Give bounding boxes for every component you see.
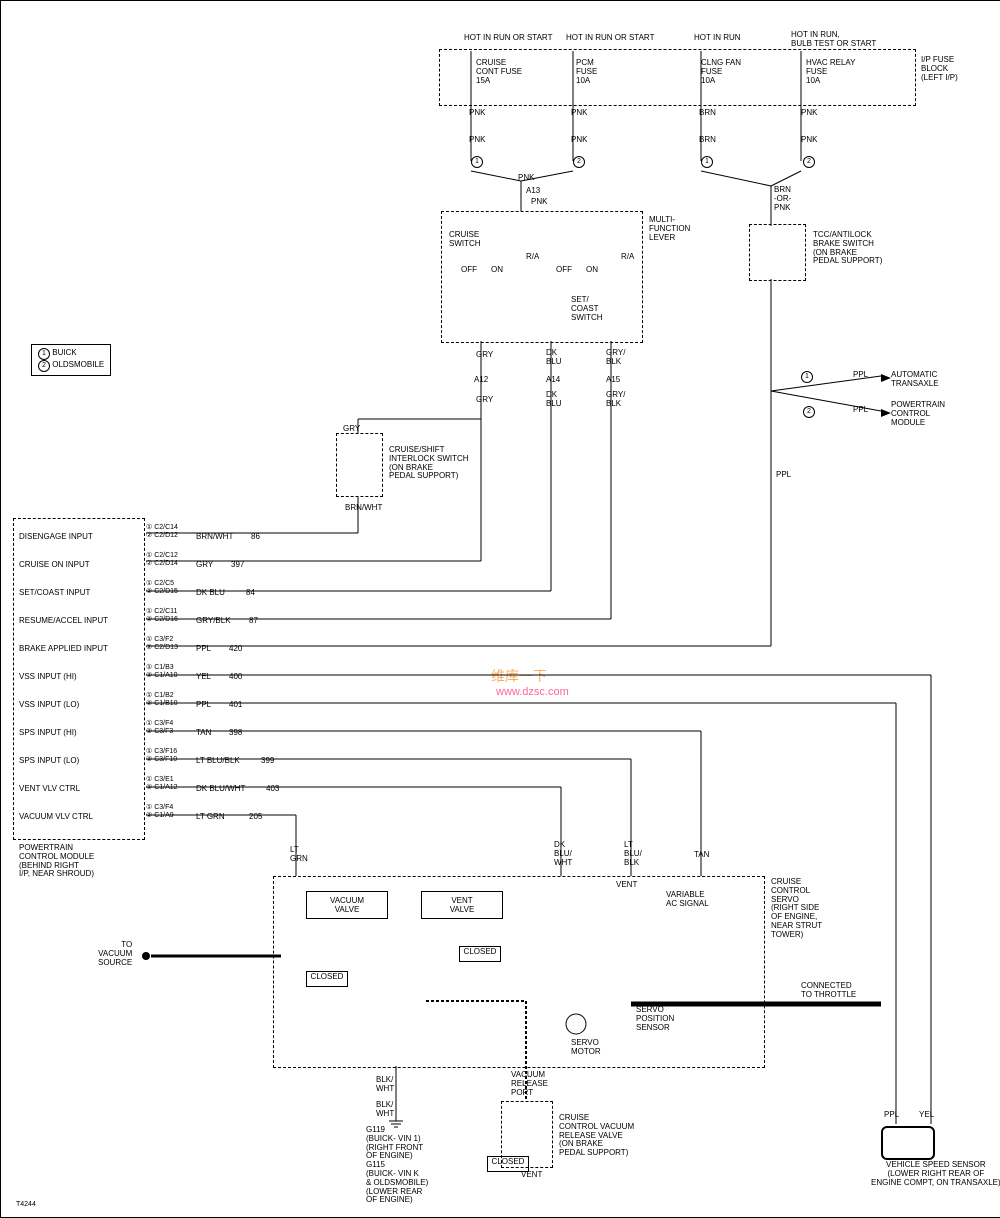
- wiring-svg: [1, 1, 1000, 1217]
- wiring-diagram: HOT IN RUN OR START HOT IN RUN OR START …: [0, 0, 1000, 1218]
